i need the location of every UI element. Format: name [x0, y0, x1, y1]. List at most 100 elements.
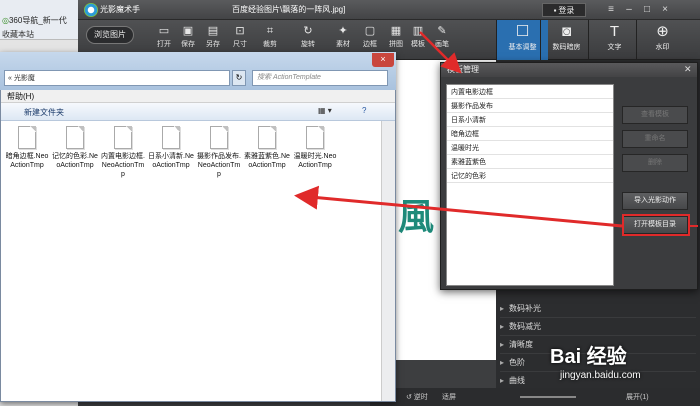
- template-item[interactable]: 记忆的色彩: [447, 170, 613, 183]
- file-icon: [258, 126, 276, 149]
- maximize-icon[interactable]: □: [640, 3, 654, 16]
- new-folder-button[interactable]: 新建文件夹: [24, 107, 64, 118]
- file-icon: [66, 126, 84, 149]
- dialog-button[interactable]: 重命名: [622, 130, 688, 148]
- tool-label: 另存: [206, 41, 220, 48]
- tool-template[interactable]: ▥ 模板: [406, 23, 430, 57]
- help-icon[interactable]: ?: [362, 106, 366, 115]
- app-name: 光影魔术手: [100, 5, 140, 14]
- adjust-row[interactable]: 数码补光: [500, 300, 696, 318]
- template-item[interactable]: 摄影作品发布: [447, 100, 613, 113]
- dialog-close-icon[interactable]: ✕: [684, 64, 692, 75]
- tool-label: 保存: [181, 41, 195, 48]
- tool-brush[interactable]: ✎ 画笔: [430, 23, 454, 57]
- address-bar[interactable]: « 光影魔: [4, 70, 230, 86]
- file-name: 摄影作品发布.NeoActionTmp: [197, 153, 241, 178]
- file-icon: [18, 126, 36, 149]
- template-item[interactable]: 暗角边框: [447, 128, 613, 141]
- fit-screen-button[interactable]: 适屏: [442, 392, 456, 402]
- dialog-button[interactable]: 删除: [622, 154, 688, 172]
- tool-label: 旋转: [301, 41, 315, 48]
- minimize-icon[interactable]: –: [622, 3, 636, 16]
- tool-label: 打开: [157, 41, 171, 48]
- calligraphy-text: 風: [398, 196, 435, 238]
- file-name: 日系小清新.NeoActionTmp: [148, 153, 194, 169]
- dialog-button[interactable]: 查看模板: [622, 106, 688, 124]
- baidu-watermark: Bai 经验: [550, 346, 627, 368]
- resize-icon: ⊡: [235, 25, 245, 37]
- menu-icon[interactable]: ≡: [604, 3, 618, 16]
- crop-icon: ⌗: [266, 25, 274, 37]
- file-name: 内置电影边框.NeoActionTmp: [101, 153, 145, 178]
- refresh-icon[interactable]: ↻: [232, 70, 246, 86]
- file-item[interactable]: 温暖时光.NeoActionTmp: [292, 126, 338, 170]
- material-icon: ✦: [338, 25, 348, 37]
- browser-tab[interactable]: ◎360导航_新一代: [2, 15, 78, 29]
- tab-label: 水印: [655, 44, 670, 51]
- tool-label: 裁剪: [263, 41, 277, 48]
- tool-label: 模板: [411, 41, 425, 48]
- highlight-box: [622, 214, 690, 236]
- template-item[interactable]: 温暖时光: [447, 142, 613, 155]
- text-icon: T: [609, 23, 620, 40]
- file-icon: [210, 126, 228, 149]
- template-item[interactable]: 日系小清新: [447, 114, 613, 127]
- rotate-icon: ↻: [303, 25, 313, 37]
- file-title: 百度经验图片\飘落的一阵风.jpg]: [232, 5, 346, 14]
- folder-icon: ▭: [158, 25, 170, 37]
- tab-text[interactable]: T 文字: [588, 20, 640, 60]
- watermark-url: jingyan.baidu.com: [560, 370, 641, 381]
- tool-label: 拼图: [389, 41, 403, 48]
- file-item[interactable]: 素雅蓝紫色.NeoActionTmp: [244, 126, 290, 170]
- watermark-icon: ⊕: [656, 23, 669, 40]
- camera-icon: ◙: [561, 23, 572, 40]
- file-name: 温暖时光.NeoActionTmp: [293, 153, 337, 169]
- tool-label: 尺寸: [233, 41, 247, 48]
- dialog-button[interactable]: 导入光影动作: [622, 192, 688, 210]
- explorer-scrollbar[interactable]: [381, 121, 395, 401]
- file-name: 素雅蓝紫色.NeoActionTmp: [244, 153, 290, 169]
- login-button[interactable]: ▪ 登录: [542, 3, 586, 17]
- zoom-slider[interactable]: [520, 396, 576, 398]
- template-item[interactable]: 内置电影边框: [447, 86, 613, 99]
- rotate-ccw-button[interactable]: ↺ 逆时: [406, 392, 428, 402]
- file-item[interactable]: 内置电影边框.NeoActionTmp: [100, 126, 146, 179]
- browser-logo-icon: ◎: [2, 16, 9, 25]
- file-icon: [162, 126, 180, 149]
- template-icon: ▥: [412, 25, 424, 37]
- save-icon: ▣: [182, 25, 194, 37]
- save-as-icon: ▤: [207, 25, 219, 37]
- search-input[interactable]: 搜索 ActionTemplate: [252, 70, 388, 86]
- user-icon: ▪: [553, 5, 557, 15]
- file-item[interactable]: 摄影作品发布.NeoActionTmp: [196, 126, 242, 179]
- puzzle-icon: ▦: [390, 25, 402, 37]
- file-item[interactable]: 记忆的色彩.NeoActionTmp: [52, 126, 98, 170]
- favorites-link[interactable]: 收藏本站: [2, 29, 78, 40]
- tool-label: 素材: [336, 41, 350, 48]
- unfold-button[interactable]: 展开(1): [626, 392, 649, 402]
- tool-label: 边框: [363, 41, 377, 48]
- adjust-row[interactable]: 数码减光: [500, 318, 696, 336]
- border-icon: ▢: [364, 25, 376, 37]
- tab-label: 文字: [607, 44, 622, 51]
- file-name: 记忆的色彩.NeoActionTmp: [52, 153, 98, 169]
- dialog-title: 模板管理: [441, 63, 697, 77]
- view-icon[interactable]: ▦ ▾: [318, 106, 332, 115]
- tab-camera[interactable]: ◙ 数码暗房: [540, 20, 592, 60]
- tab-label: 数码暗房: [552, 44, 581, 51]
- file-icon: [114, 126, 132, 149]
- file-name: 暗角边框.NeoActionTmp: [5, 153, 49, 169]
- template-item[interactable]: 素雅蓝紫色: [447, 156, 613, 169]
- file-item[interactable]: 日系小清新.NeoActionTmp: [148, 126, 194, 170]
- status-bar: ↺ 逆时 适屏 展开(1): [370, 388, 700, 406]
- browse-images-button[interactable]: 浏览图片: [86, 26, 134, 44]
- explorer-close-icon[interactable]: ×: [372, 53, 394, 67]
- file-item[interactable]: 暗角边框.NeoActionTmp: [4, 126, 50, 170]
- tool-label: 画笔: [435, 41, 449, 48]
- close-icon[interactable]: ×: [658, 3, 672, 16]
- file-icon: [306, 126, 324, 149]
- app-logo-icon: [84, 3, 98, 17]
- help-menu[interactable]: 帮助(H): [1, 90, 395, 103]
- brush-icon: ✎: [437, 25, 447, 37]
- tab-watermark[interactable]: ⊕ 水印: [636, 20, 688, 60]
